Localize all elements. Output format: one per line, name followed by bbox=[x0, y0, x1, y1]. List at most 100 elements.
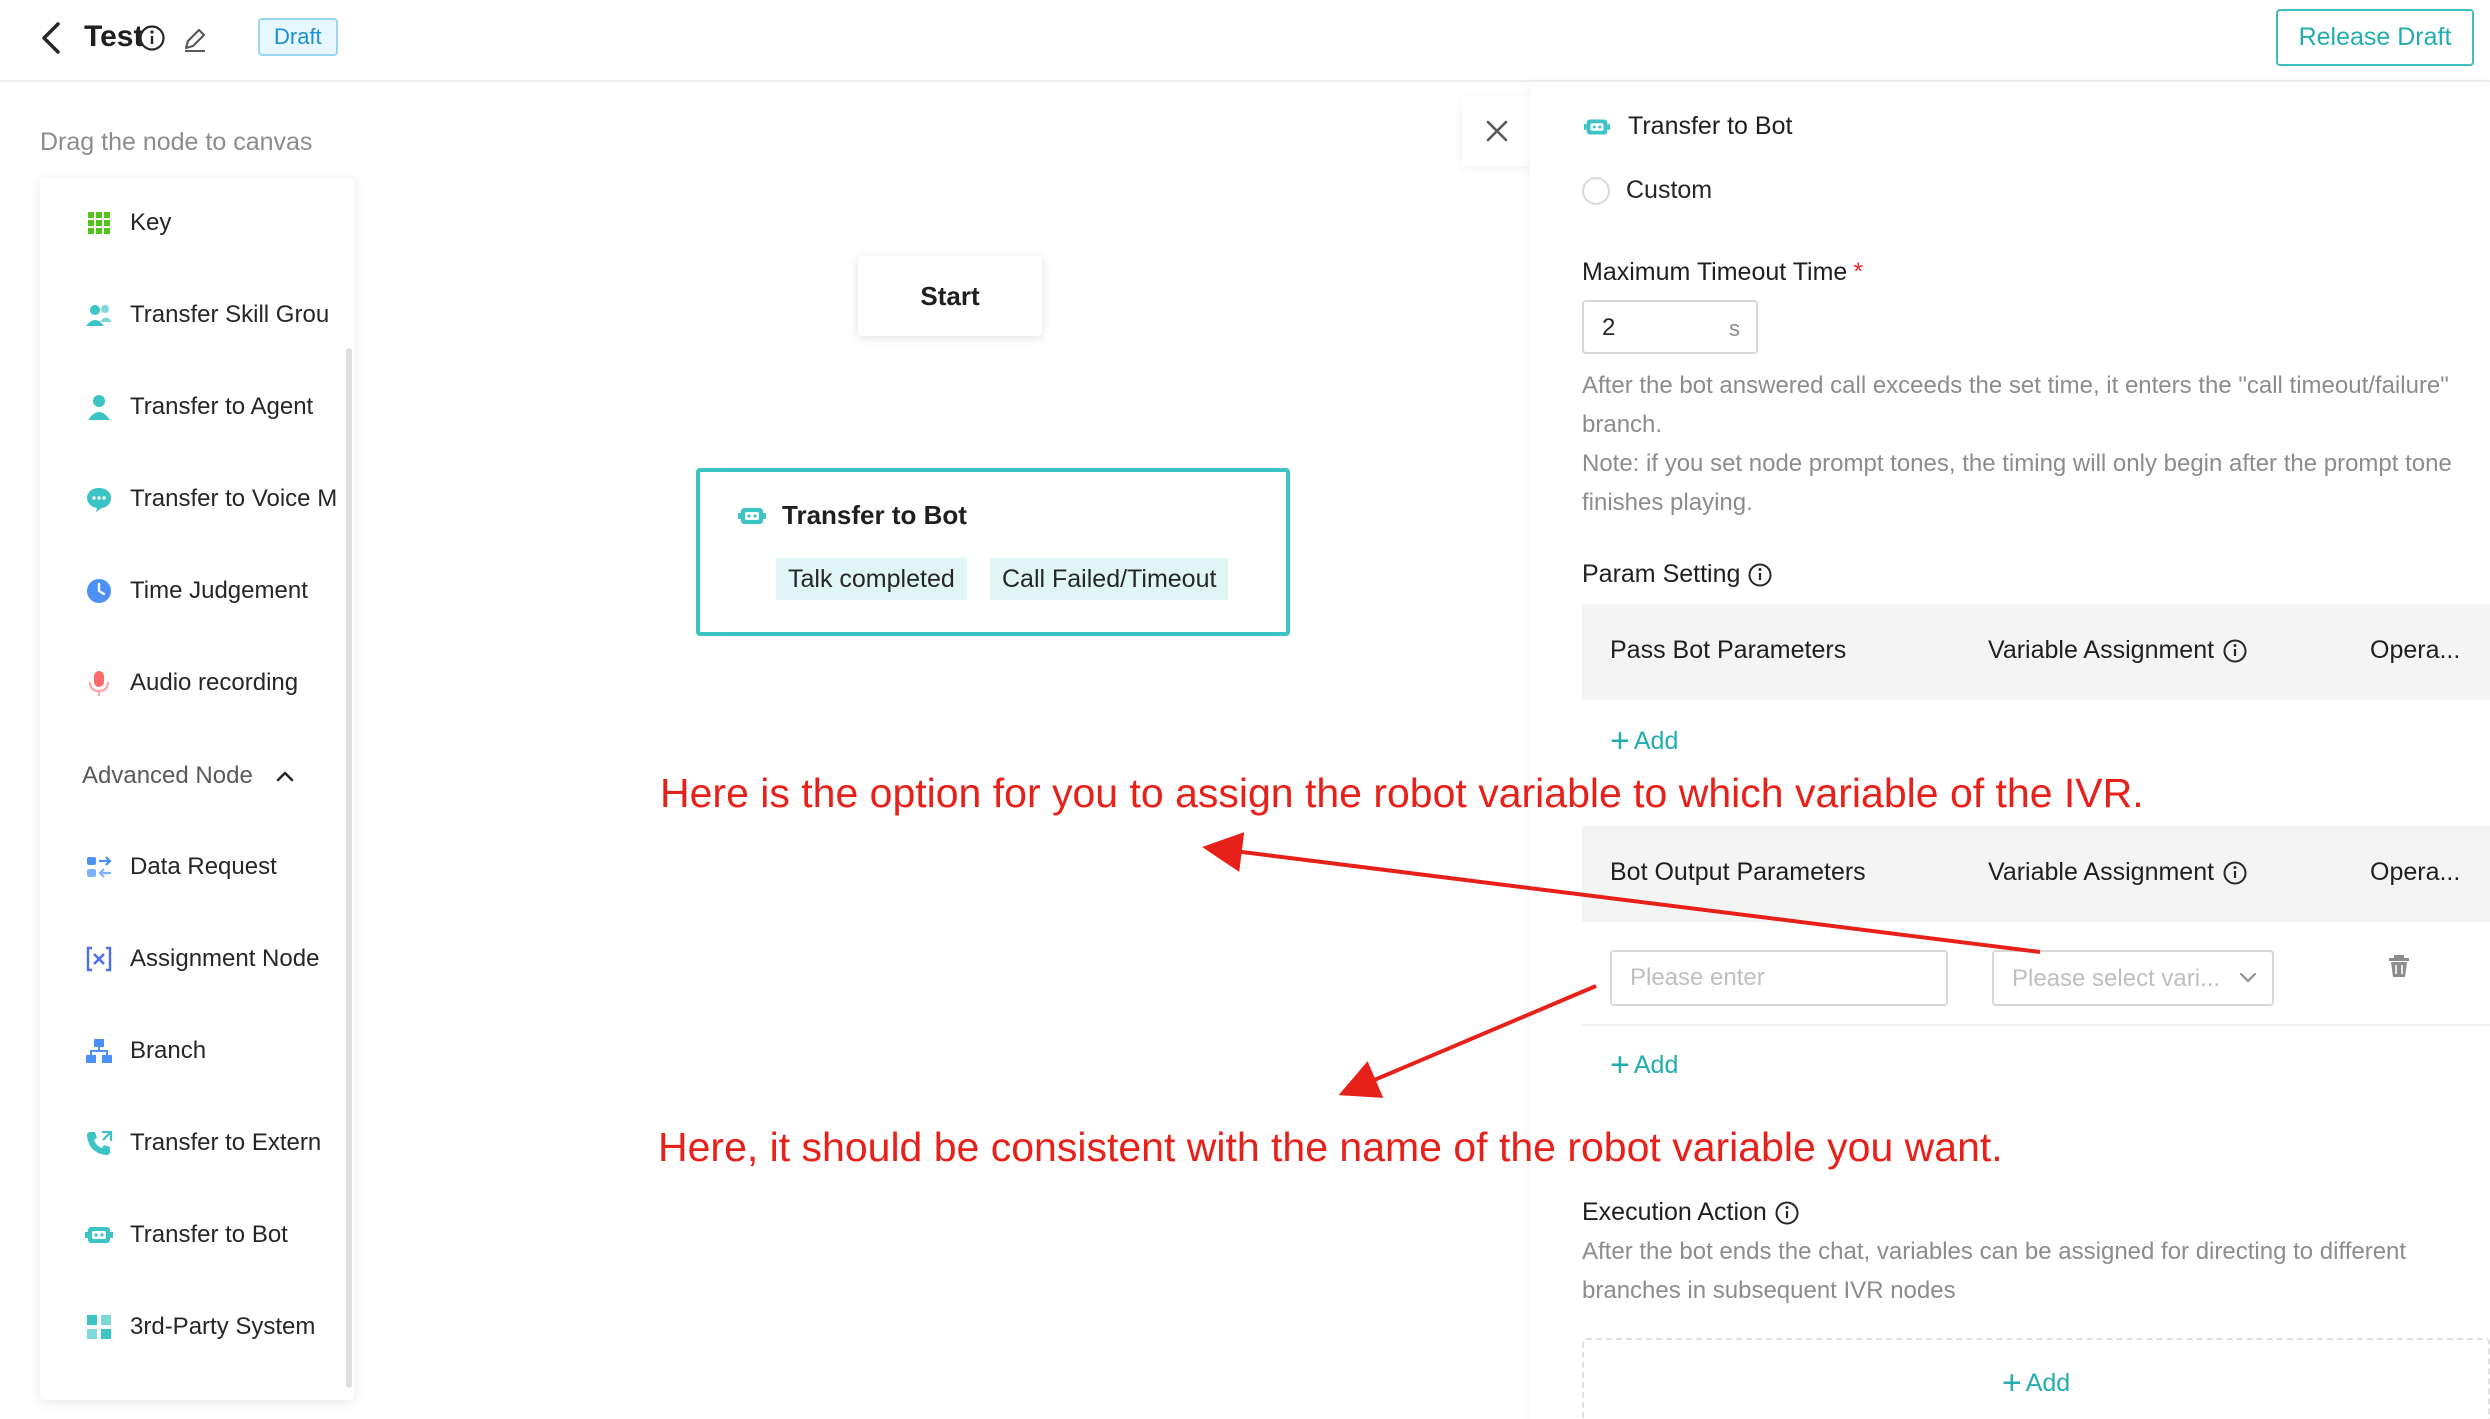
microphone-icon bbox=[88, 671, 110, 696]
chevron-up-icon bbox=[276, 771, 294, 782]
custom-radio-label: Custom bbox=[1626, 176, 1713, 204]
third-party-icon bbox=[87, 1315, 111, 1339]
bot-icon bbox=[1583, 119, 1611, 134]
palette-item-data-request[interactable]: Data Request bbox=[84, 842, 340, 892]
palette-item-time-judgement[interactable]: Time Judgement bbox=[84, 566, 340, 616]
node-palette: Key Transfer Skill Grou Transfer to Agen… bbox=[40, 178, 354, 1400]
bot-node-title: Transfer to Bot bbox=[782, 500, 967, 530]
pass-params-table-header: Pass Bot Parameters Variable Assignment … bbox=[1582, 604, 2490, 700]
advanced-node-toggle[interactable]: Advanced Node bbox=[82, 762, 295, 790]
palette-item-transfer-to-agent[interactable]: Transfer to Agent bbox=[84, 382, 340, 432]
palette-item-label: Transfer to Bot bbox=[130, 1221, 288, 1248]
palette-hint: Drag the node to canvas bbox=[40, 128, 313, 156]
add-output-param-button[interactable]: + Add bbox=[1610, 1048, 1678, 1082]
param-setting-text: Param Setting bbox=[1582, 560, 1741, 588]
palette-item-label: Audio recording bbox=[130, 669, 299, 696]
col-bot-output-params: Bot Output Parameters bbox=[1610, 858, 1866, 886]
variable-select[interactable]: Please select vari... bbox=[1992, 950, 2274, 1006]
palette-item-label: Assignment Node bbox=[130, 945, 320, 972]
palette-item-key[interactable]: Key bbox=[84, 198, 340, 248]
palette-item-transfer-to-voicemail[interactable]: Transfer to Voice M bbox=[84, 474, 340, 524]
col-pass-bot-params: Pass Bot Parameters bbox=[1610, 636, 1847, 664]
add-execution-action-button[interactable]: + Add bbox=[1584, 1366, 2488, 1400]
info-icon[interactable] bbox=[2222, 860, 2248, 886]
timeout-note: Note: if you set node prompt tones, the … bbox=[1582, 450, 2452, 516]
palette-item-transfer-to-external[interactable]: Transfer to Extern bbox=[84, 1118, 340, 1168]
start-node[interactable]: Start bbox=[858, 256, 1042, 336]
variable-select-placeholder: Please select vari... bbox=[2012, 965, 2221, 992]
palette-item-assignment-node[interactable]: Assignment Node bbox=[84, 934, 340, 984]
execution-help: After the bot ends the chat, variables c… bbox=[1582, 1238, 2407, 1304]
palette-item-transfer-skill-group[interactable]: Transfer Skill Grou bbox=[84, 290, 340, 340]
assignment-icon bbox=[86, 946, 112, 972]
palette-item-label: Branch bbox=[130, 1037, 207, 1064]
close-icon bbox=[1486, 120, 1508, 142]
transfer-to-bot-node[interactable]: Transfer to Bot Talk completed Call Fail… bbox=[696, 468, 1290, 636]
add-label: Add bbox=[2025, 1368, 2071, 1397]
timeout-input[interactable]: 2 s bbox=[1582, 300, 1758, 354]
bot-icon bbox=[85, 1227, 113, 1243]
advanced-node-label: Advanced Node bbox=[82, 762, 253, 789]
info-icon[interactable] bbox=[138, 24, 166, 52]
output-params-table-header: Bot Output Parameters Variable Assignmen… bbox=[1582, 826, 2490, 922]
palette-item-label: Transfer to Extern bbox=[130, 1129, 322, 1156]
data-request-icon bbox=[87, 856, 112, 878]
radio-circle-icon[interactable] bbox=[1582, 176, 1610, 205]
annotation-variable-assignment: Here is the option for you to assign the… bbox=[660, 770, 2144, 816]
draft-status-badge: Draft bbox=[258, 18, 338, 56]
plus-icon: + bbox=[1610, 1046, 1630, 1084]
palette-item-third-party-system[interactable]: 3rd-Party System bbox=[84, 1302, 340, 1352]
top-bar: Test Draft Release Draft bbox=[0, 0, 2490, 82]
col-variable-assignment: Variable Assignment bbox=[1988, 858, 2248, 887]
edit-pencil-icon[interactable] bbox=[180, 24, 210, 54]
timeout-label-text: Maximum Timeout Time bbox=[1582, 258, 1848, 286]
node-settings-panel: Transfer to Bot Custom Maximum Timeout T… bbox=[1530, 82, 2490, 1419]
info-icon[interactable] bbox=[1771, 1200, 1805, 1226]
palette-item-audio-recording[interactable]: Audio recording bbox=[84, 658, 340, 708]
param-setting-label: Param Setting bbox=[1582, 560, 1778, 589]
add-label: Add bbox=[1633, 726, 1679, 755]
col-operation: Opera... bbox=[2370, 636, 2461, 664]
palette-item-branch[interactable]: Branch bbox=[84, 1026, 340, 1076]
col-variable-assignment: Variable Assignment bbox=[1988, 636, 2248, 665]
timeout-label: Maximum Timeout Time * bbox=[1582, 258, 1863, 287]
palette-item-label: 3rd-Party System bbox=[130, 1313, 316, 1340]
bot-icon bbox=[738, 507, 766, 524]
execution-action-text: Execution Action bbox=[1582, 1198, 1767, 1226]
phone-transfer-icon bbox=[87, 1130, 113, 1155]
close-panel-button[interactable] bbox=[1462, 96, 1532, 166]
back-arrow-icon[interactable] bbox=[36, 18, 70, 58]
keypad-icon bbox=[88, 212, 110, 234]
branch-icon bbox=[86, 1039, 112, 1063]
clock-icon bbox=[87, 579, 111, 603]
info-icon[interactable] bbox=[1744, 562, 1778, 588]
branch-talk-completed[interactable]: Talk completed bbox=[776, 558, 967, 600]
flow-title: Test bbox=[84, 20, 144, 53]
palette-item-transfer-to-bot[interactable]: Transfer to Bot bbox=[84, 1210, 340, 1260]
release-draft-button[interactable]: Release Draft bbox=[2276, 9, 2474, 66]
palette-scrollbar[interactable] bbox=[346, 348, 352, 1388]
palette-item-label: Transfer to Agent bbox=[130, 393, 314, 420]
timeout-unit: s bbox=[1729, 316, 1740, 341]
execution-action-label: Execution Action bbox=[1582, 1198, 1805, 1227]
annotation-variable-name: Here, it should be consistent with the n… bbox=[658, 1124, 2003, 1170]
plus-icon: + bbox=[1610, 722, 1630, 760]
palette-item-label: Key bbox=[130, 209, 172, 236]
trash-icon[interactable] bbox=[2386, 952, 2412, 980]
chevron-down-icon bbox=[2240, 973, 2256, 983]
skill-group-icon bbox=[86, 305, 112, 326]
custom-radio[interactable]: Custom bbox=[1582, 176, 1712, 205]
row-divider bbox=[1582, 1024, 2490, 1026]
plus-icon: + bbox=[2001, 1364, 2022, 1402]
col-variable-assignment-text: Variable Assignment bbox=[1988, 858, 2215, 886]
col-operation: Opera... bbox=[2370, 858, 2461, 886]
palette-item-label: Data Request bbox=[130, 853, 277, 880]
info-icon[interactable] bbox=[2222, 638, 2248, 664]
add-pass-param-button[interactable]: + Add bbox=[1610, 724, 1678, 758]
branch-call-failed-timeout[interactable]: Call Failed/Timeout bbox=[990, 558, 1229, 600]
add-label: Add bbox=[1633, 1050, 1679, 1079]
voicemail-icon bbox=[87, 488, 111, 512]
add-execution-action-area[interactable]: + Add bbox=[1582, 1338, 2490, 1419]
bot-output-param-input[interactable] bbox=[1610, 950, 1948, 1006]
panel-title: Transfer to Bot bbox=[1628, 112, 1793, 140]
